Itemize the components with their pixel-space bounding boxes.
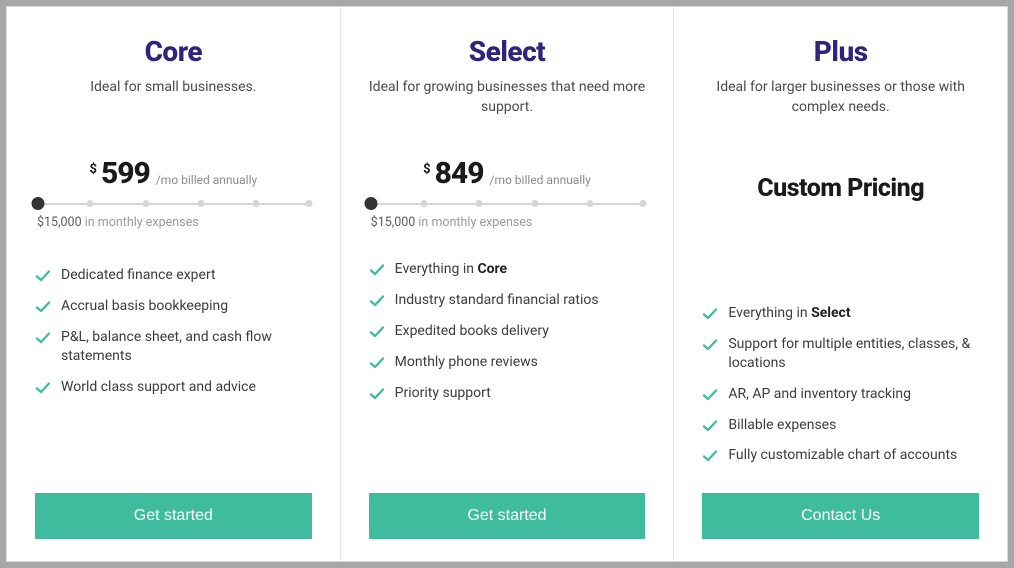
feature-text: Priority support	[395, 384, 491, 403]
slider-thumb[interactable]	[365, 197, 378, 210]
feature-item: Fully customizable chart of accounts	[702, 446, 979, 465]
plan-title: Plus	[702, 35, 979, 68]
feature-text: World class support and advice	[61, 378, 256, 397]
check-icon	[702, 448, 718, 464]
get-started-button[interactable]: Get started	[35, 493, 312, 539]
check-icon	[702, 387, 718, 403]
feature-text: Accrual basis bookkeeping	[61, 297, 228, 316]
spacer	[369, 414, 646, 493]
feature-list: Everything in Select Support for multipl…	[702, 304, 979, 477]
feature-item: Dedicated finance expert	[35, 266, 312, 285]
slider-tick	[142, 200, 149, 207]
feature-item: Billable expenses	[702, 416, 979, 435]
expense-caption: $15,000 in monthly expenses	[369, 215, 646, 230]
check-icon	[702, 306, 718, 322]
feature-item: Everything in Core	[369, 260, 646, 279]
plan-card-select: Select Ideal for growing businesses that…	[340, 7, 674, 561]
price-suffix: /mo billed annually	[490, 173, 591, 187]
expense-amount: $15,000	[371, 215, 416, 230]
expense-rest: in monthly expenses	[415, 215, 532, 230]
check-icon	[369, 293, 385, 309]
feature-text: Monthly phone reviews	[395, 353, 538, 372]
slider-tick	[639, 200, 646, 207]
price-suffix: /mo billed annually	[156, 173, 257, 187]
feature-list: Dedicated finance expert Accrual basis b…	[35, 266, 312, 408]
check-icon	[369, 262, 385, 278]
contact-us-button[interactable]: Contact Us	[702, 493, 979, 539]
check-icon	[35, 380, 51, 396]
check-icon	[35, 268, 51, 284]
slider-tick	[305, 200, 312, 207]
price-amount: 599	[101, 156, 150, 191]
check-icon	[702, 418, 718, 434]
feature-item: Industry standard financial ratios	[369, 291, 646, 310]
slider-tick	[87, 200, 94, 207]
feature-text: Dedicated finance expert	[61, 266, 216, 285]
feature-item: P&L, balance sheet, and cash flow statem…	[35, 328, 312, 366]
plan-title: Select	[369, 35, 646, 68]
plan-subtitle: Ideal for small businesses.	[35, 78, 312, 118]
expense-caption: $15,000 in monthly expenses	[35, 215, 312, 230]
slider-track	[35, 203, 312, 205]
get-started-button[interactable]: Get started	[369, 493, 646, 539]
price-row: $ 849 /mo billed annually	[423, 156, 591, 191]
feature-item: Support for multiple entities, classes, …	[702, 335, 979, 373]
plan-card-plus: Plus Ideal for larger businesses or thos…	[673, 7, 1007, 561]
plan-subtitle: Ideal for growing businesses that need m…	[369, 78, 646, 118]
feature-item: Monthly phone reviews	[369, 353, 646, 372]
slider-tick	[531, 200, 538, 207]
feature-text: Support for multiple entities, classes, …	[728, 335, 979, 373]
feature-item: Priority support	[369, 384, 646, 403]
feature-text: AR, AP and inventory tracking	[728, 385, 911, 404]
check-icon	[702, 337, 718, 353]
slider-thumb[interactable]	[31, 197, 44, 210]
slider-tick	[253, 200, 260, 207]
spacer	[35, 408, 312, 493]
price-amount: 849	[435, 156, 484, 191]
plan-subtitle: Ideal for larger businesses or those wit…	[702, 78, 979, 118]
feature-item: Accrual basis bookkeeping	[35, 297, 312, 316]
feature-item: World class support and advice	[35, 378, 312, 397]
check-icon	[35, 330, 51, 346]
check-icon	[369, 355, 385, 371]
feature-item: AR, AP and inventory tracking	[702, 385, 979, 404]
spacer	[702, 477, 979, 493]
feature-text: Expedited books delivery	[395, 322, 549, 341]
feature-text: Industry standard financial ratios	[395, 291, 599, 310]
custom-pricing-label: Custom Pricing	[702, 174, 979, 246]
price-block: $ 599 /mo billed annually $15,000 in mon…	[35, 156, 312, 230]
expense-slider[interactable]	[35, 197, 312, 211]
feature-text: Everything in Select	[728, 304, 850, 323]
slider-tick	[421, 200, 428, 207]
feature-text: Everything in Core	[395, 260, 507, 279]
check-icon	[369, 324, 385, 340]
price-block: $ 849 /mo billed annually $15,000 in mon…	[369, 156, 646, 230]
feature-item: Everything in Select	[702, 304, 979, 323]
feature-text: Billable expenses	[728, 416, 836, 435]
check-icon	[369, 386, 385, 402]
plan-card-core: Core Ideal for small businesses. $ 599 /…	[7, 7, 340, 561]
pricing-panel: Core Ideal for small businesses. $ 599 /…	[6, 6, 1008, 562]
slider-tick	[587, 200, 594, 207]
page-root: Core Ideal for small businesses. $ 599 /…	[0, 0, 1014, 568]
slider-tick	[198, 200, 205, 207]
price-row: $ 599 /mo billed annually	[89, 156, 257, 191]
expense-slider[interactable]	[369, 197, 646, 211]
feature-list: Everything in Core Industry standard fin…	[369, 260, 646, 414]
price-currency: $	[423, 162, 430, 177]
plan-title: Core	[35, 35, 312, 68]
price-currency: $	[89, 162, 96, 177]
feature-item: Expedited books delivery	[369, 322, 646, 341]
slider-track	[369, 203, 646, 205]
expense-rest: in monthly expenses	[82, 215, 199, 230]
feature-text: P&L, balance sheet, and cash flow statem…	[61, 328, 312, 366]
expense-amount: $15,000	[37, 215, 82, 230]
feature-text: Fully customizable chart of accounts	[728, 446, 957, 465]
check-icon	[35, 299, 51, 315]
slider-tick	[476, 200, 483, 207]
